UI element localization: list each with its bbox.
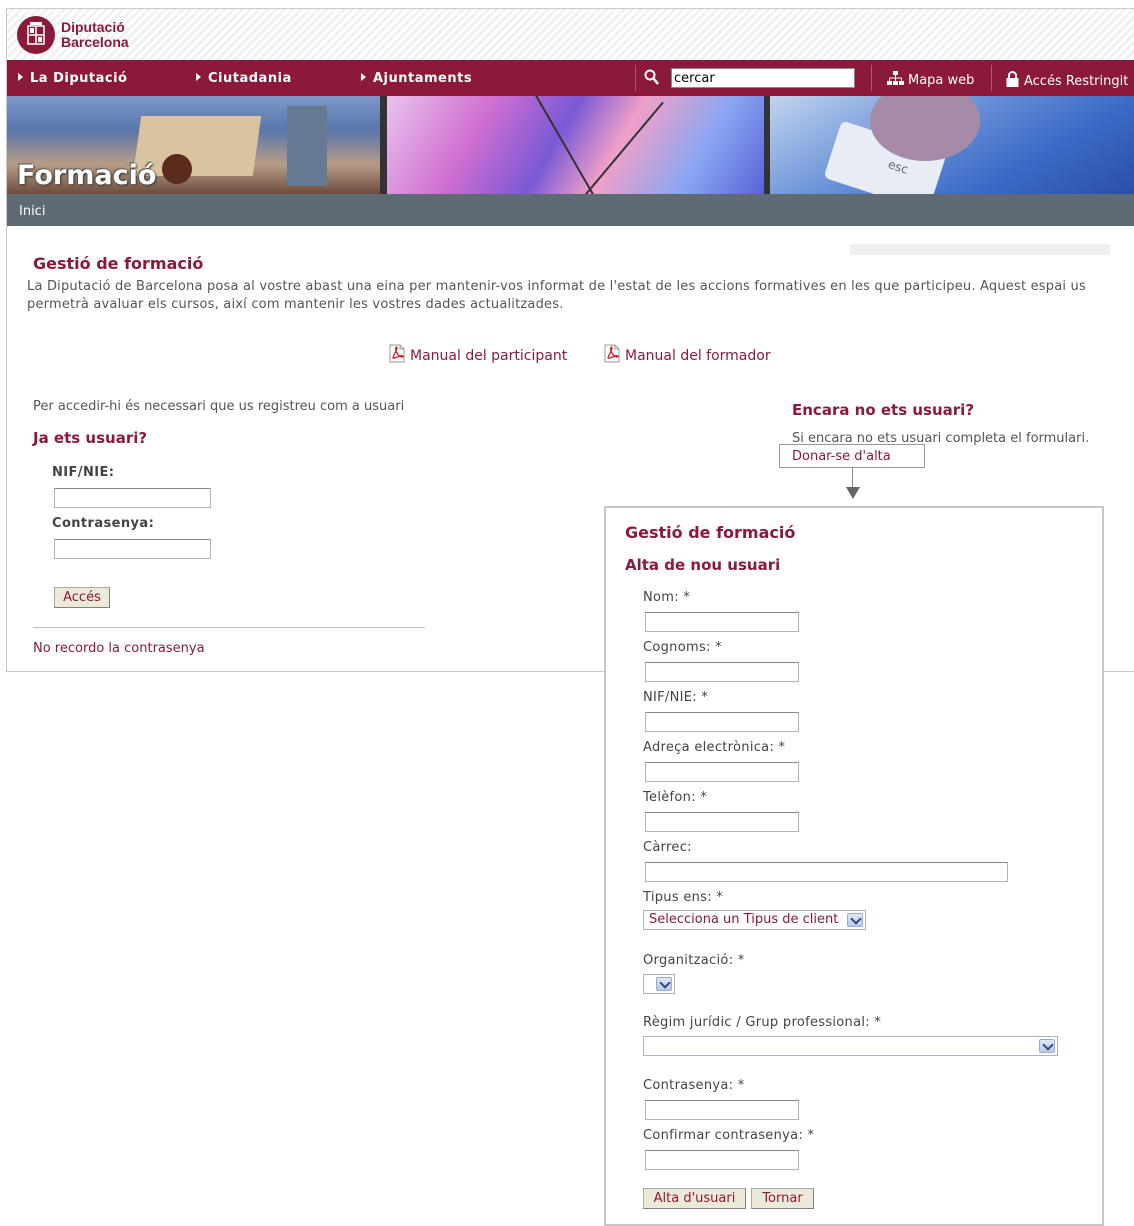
organitzacio-label: Organització: * [643,953,745,968]
nav-item-label: Ajuntaments [373,71,473,86]
page-title: Gestió de formació [33,254,204,273]
site-header: Diputació Barcelona [7,9,1134,60]
banner-shape [534,96,602,194]
register-button[interactable]: Alta d'usuari [643,1188,746,1209]
regim-label: Règim jurídic / Grup professional: * [643,1015,882,1030]
confirm-password-input[interactable] [645,1150,799,1170]
hero-banner: esc Formació [7,96,1134,194]
carrec-input[interactable] [645,862,1008,882]
manual-participant-label: Manual del participant [410,348,568,364]
search-icon[interactable] [644,69,660,86]
access-note: Per accedir-hi és necessari que us regis… [33,399,405,414]
nav-divider [991,65,992,91]
chevron-down-icon [1039,1039,1055,1053]
chevron-down-icon [847,913,863,927]
telefon-label: Telèfon: * [643,790,708,805]
popup-title: Gestió de formació [625,523,796,542]
tipus-select[interactable]: Selecciona un Tipus de client [643,910,866,930]
triangle-right-icon [361,73,366,81]
banner-image-2 [387,96,764,194]
email-input[interactable] [645,762,799,782]
email-label: Adreça electrònica: * [643,740,786,755]
organitzacio-select[interactable] [643,974,675,994]
pdf-icon [389,344,405,363]
search-input[interactable] [671,68,855,88]
triangle-right-icon [18,73,23,81]
password-label: Contrasenya: [52,516,155,531]
nif-input[interactable] [54,488,211,508]
lock-icon [1006,71,1019,87]
divider [33,627,425,628]
manual-trainer-label: Manual del formador [625,348,771,364]
telefon-input[interactable] [645,812,799,832]
signup-button[interactable]: Donar-se d'alta [779,444,925,468]
nom-label: Nom: * [643,590,691,605]
forgot-password-link[interactable]: No recordo la contrasenya [33,641,205,656]
banner-image-3: esc [770,96,1134,194]
back-button[interactable]: Tornar [751,1188,814,1209]
nav-item-label: La Diputació [30,71,128,86]
login-button[interactable]: Accés [54,587,110,608]
tipus-selected: Selecciona un Tipus de client [649,912,839,927]
nav-item-label: Ciutadania [208,71,292,86]
nav-item-ciutadania[interactable]: Ciutadania [196,71,292,86]
nav-item-la-diputacio[interactable]: La Diputació [18,71,127,86]
password-label: Contrasenya: * [643,1078,745,1093]
nom-input[interactable] [645,612,799,632]
nav-divider [635,65,636,91]
callout-arrow [852,468,853,488]
crest-icon [27,22,45,45]
arrow-down-icon [846,487,860,499]
breadcrumb-home[interactable]: Inici [19,204,45,219]
pdf-icon [604,344,620,363]
nif-label: NIF/NIE: * [643,690,709,705]
popup-subtitle: Alta de nou usuari [625,556,781,574]
nif-label: NIF/NIE: [52,465,115,480]
sitemap-icon [887,71,904,85]
regim-select[interactable] [643,1036,1058,1056]
restricted-access-link[interactable]: Accés Restringit [1006,71,1128,89]
nav-divider [871,65,872,91]
carrec-label: Càrrec: [643,840,692,855]
sitemap-label: Mapa web [908,73,975,88]
manual-trainer-link[interactable]: Manual del formador [603,344,771,364]
decorative-bar [850,244,1110,255]
password-input[interactable] [54,539,211,559]
signup-heading: Encara no ets usuari? [792,401,975,419]
brand-line1: Diputació [61,19,125,35]
triangle-right-icon [196,73,201,81]
brand-name: Diputació Barcelona [61,20,129,50]
sitemap-link[interactable]: Mapa web [887,71,974,88]
brand-line2: Barcelona [61,34,129,50]
manual-participant-link[interactable]: Manual del participant [388,344,567,364]
confirm-password-label: Confirmar contrasenya: * [643,1128,815,1143]
diputacio-logo[interactable] [17,16,55,54]
cognoms-label: Cognoms: * [643,640,722,655]
main-nav: La Diputació Ciutadania Ajuntaments Mapa… [7,60,1134,96]
login-heading: Ja ets usuari? [33,429,148,447]
password-input[interactable] [645,1100,799,1120]
nif-input[interactable] [645,712,799,732]
cognoms-input[interactable] [645,662,799,682]
registration-popup: Gestió de formació Alta de nou usuari No… [604,506,1104,1226]
breadcrumb: Inici [7,194,1134,226]
nav-item-ajuntaments[interactable]: Ajuntaments [361,71,472,86]
tipus-label: Tipus ens: * [643,890,724,905]
banner-shape [287,106,327,186]
banner-shape [162,154,192,184]
chevron-down-icon [656,977,672,991]
intro-text: La Diputació de Barcelona posa al vostre… [27,279,1086,312]
banner-title: Formació [17,160,157,191]
restricted-access-label: Accés Restringit [1024,74,1129,89]
